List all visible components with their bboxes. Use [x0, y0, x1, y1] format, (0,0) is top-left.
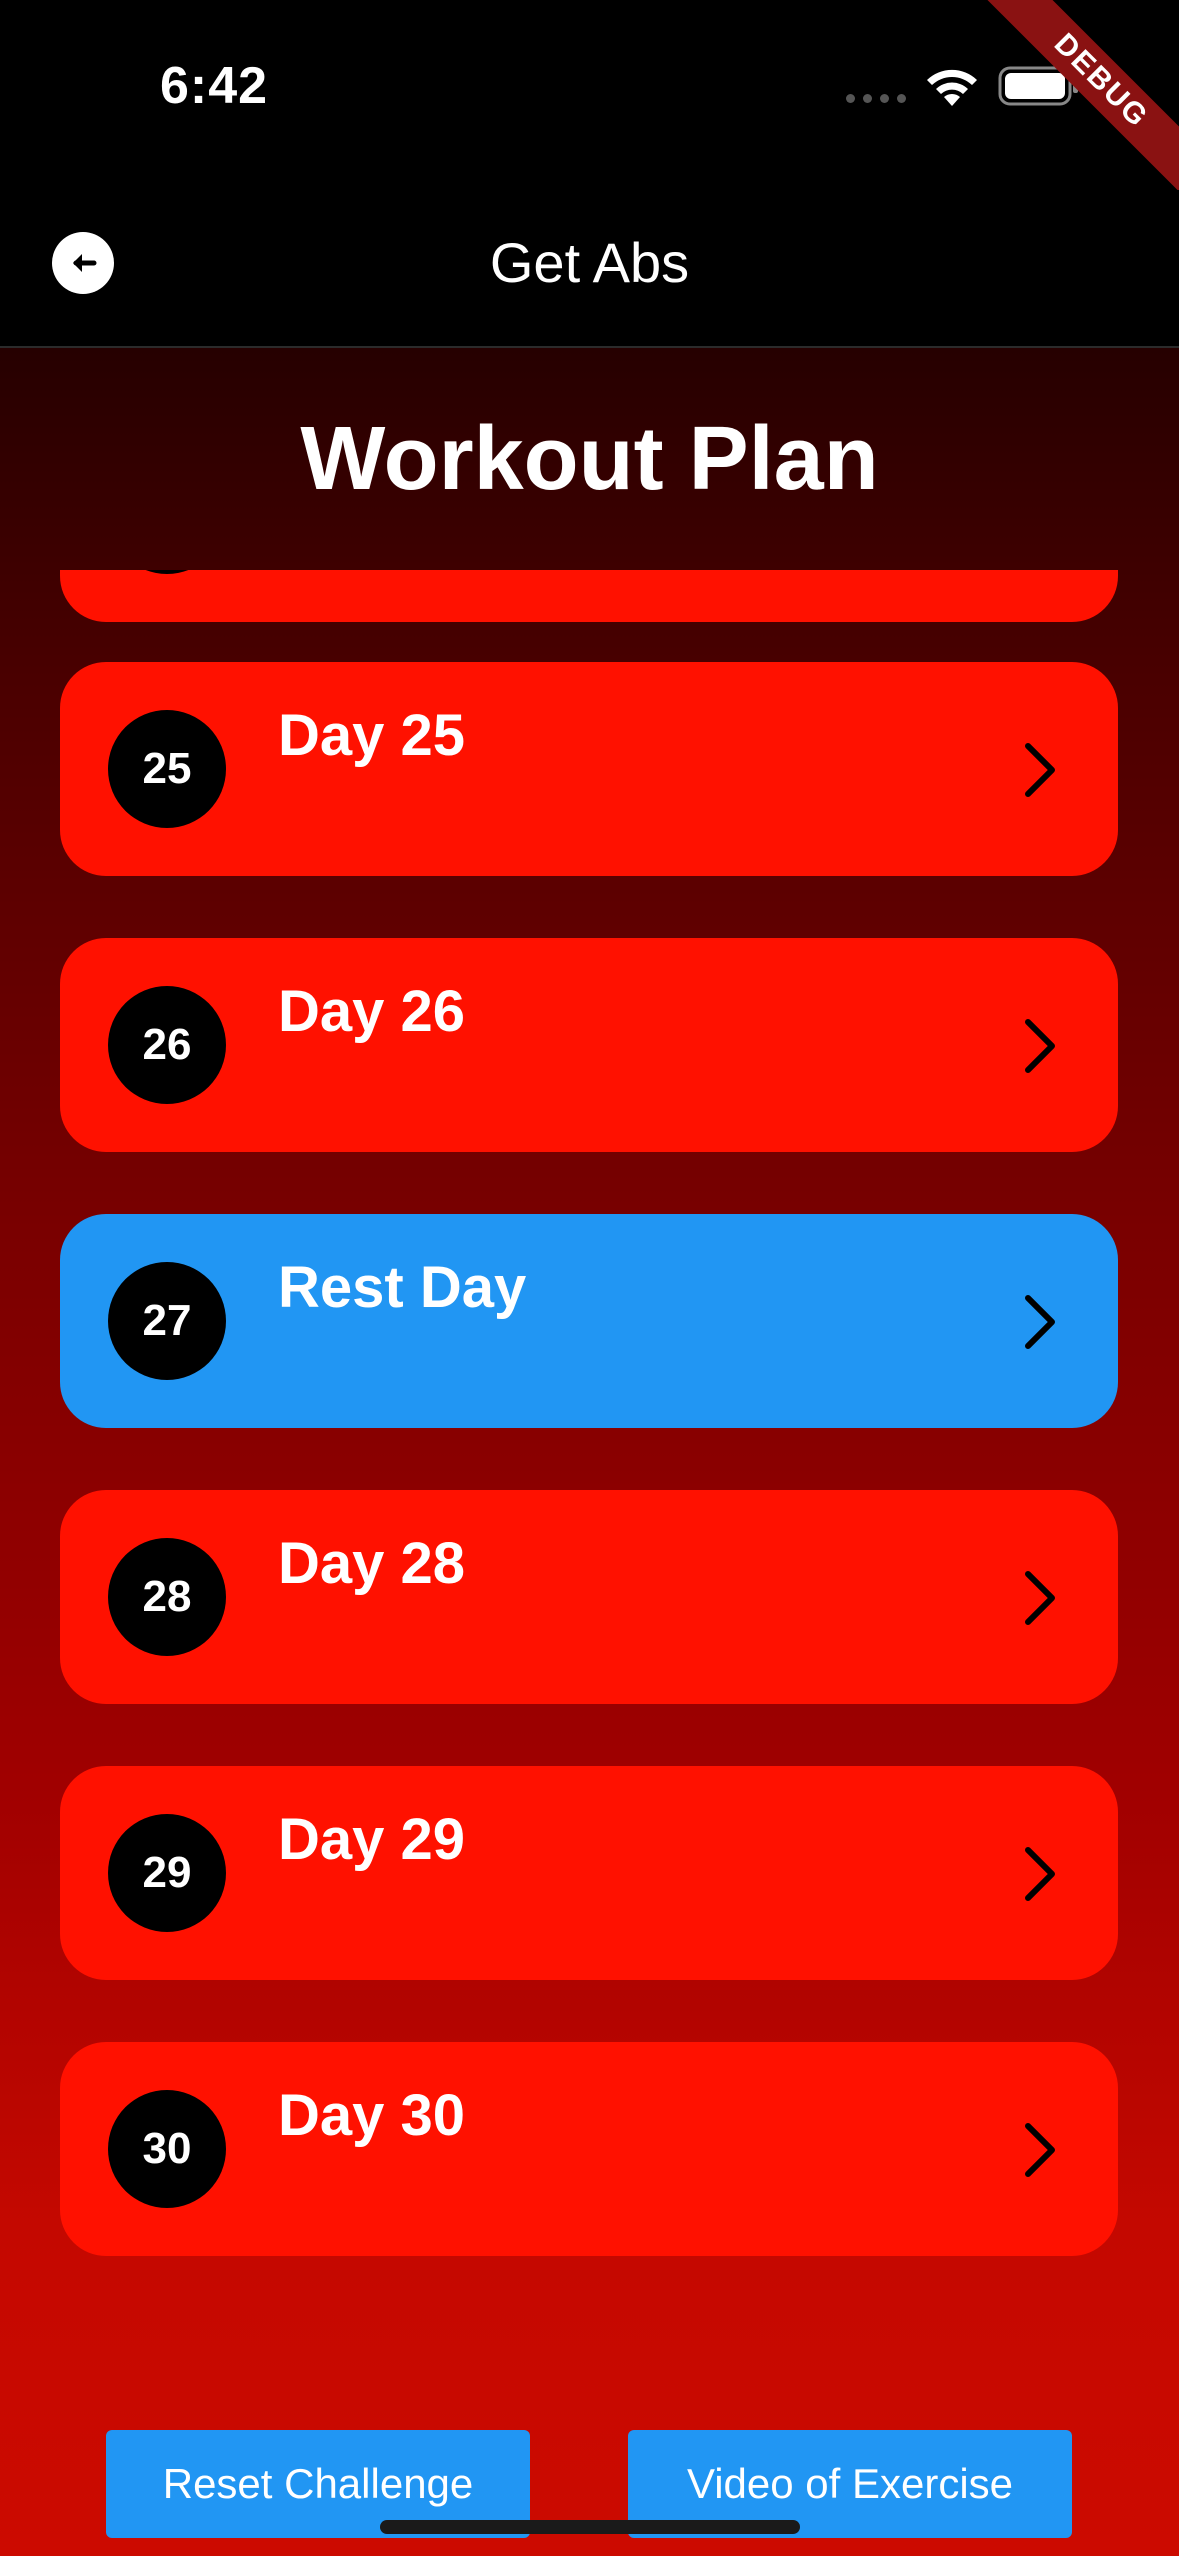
chevron-right-icon	[1025, 2123, 1055, 2177]
chevron-right-icon	[1025, 743, 1055, 797]
debug-banner-label: DEBUG	[964, 0, 1179, 218]
day-card[interactable]: 29 Day 29	[60, 1766, 1118, 1980]
day-number-badge: 26	[108, 986, 226, 1104]
day-label: Day 26	[278, 979, 466, 1044]
day-label: Day 25	[278, 703, 466, 768]
day-list[interactable]: 25 Day 25 26 Day 26 27 Rest Day 28 Day 2…	[0, 570, 1179, 2556]
day-label: Day 30	[278, 2083, 466, 2148]
chevron-right-icon	[1025, 1571, 1055, 1625]
day-label: Day 28	[278, 1531, 466, 1596]
debug-banner: DEBUG	[959, 0, 1179, 220]
day-label: Rest Day	[278, 1255, 527, 1320]
day-number-badge	[108, 570, 226, 574]
day-number-badge: 29	[108, 1814, 226, 1932]
day-card[interactable]: 30 Day 30	[60, 2042, 1118, 2256]
page-heading: Workout Plan	[300, 409, 879, 509]
rest-day-card[interactable]: 27 Rest Day	[60, 1214, 1118, 1428]
content-area: Workout Plan 25 Day 25 26 Day 26 27 Rest…	[0, 348, 1179, 2556]
cellular-signal-icon	[846, 94, 906, 103]
status-time: 6:42	[160, 57, 269, 115]
chevron-right-icon	[1025, 1847, 1055, 1901]
day-card[interactable]: 25 Day 25	[60, 662, 1118, 876]
app-bar-title: Get Abs	[489, 231, 690, 294]
day-number-badge: 25	[108, 710, 226, 828]
chevron-right-icon	[1025, 1295, 1055, 1349]
day-card[interactable]: 28 Day 28	[60, 1490, 1118, 1704]
day-card[interactable]: 26 Day 26	[60, 938, 1118, 1152]
day-label: Day 29	[278, 1807, 466, 1872]
home-indicator	[380, 2520, 800, 2534]
day-number-badge: 30	[108, 2090, 226, 2208]
day-number-badge: 28	[108, 1538, 226, 1656]
day-number-badge: 27	[108, 1262, 226, 1380]
day-card[interactable]	[60, 570, 1118, 622]
app-bar: Get Abs	[0, 190, 1179, 348]
chevron-right-icon	[1025, 1019, 1055, 1073]
